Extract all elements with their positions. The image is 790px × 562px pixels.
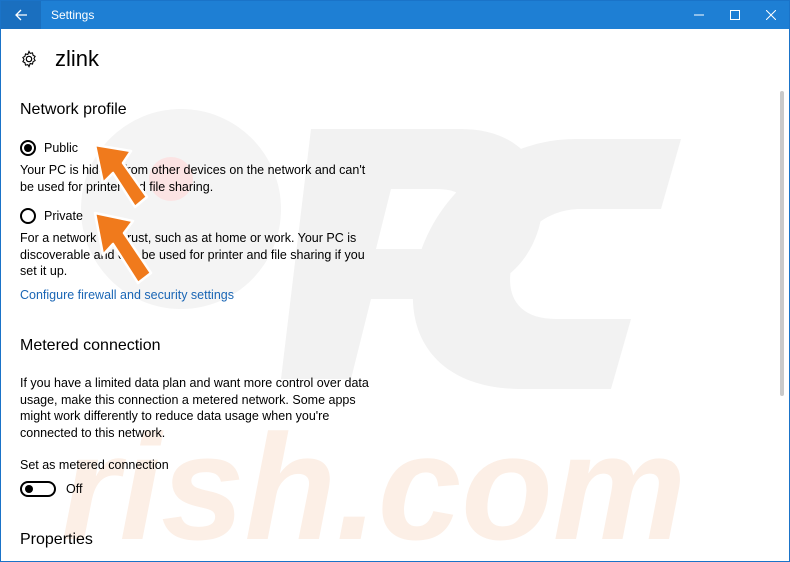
network-profile-heading: Network profile [20, 101, 127, 118]
back-button[interactable] [1, 1, 41, 29]
metered-toggle-state: Off [66, 482, 83, 496]
metered-toggle[interactable]: Off [20, 481, 82, 497]
minimize-icon [694, 14, 704, 16]
page-title: zlink [55, 46, 100, 71]
radio-private-indicator[interactable] [20, 208, 36, 224]
page-header: zlink [20, 46, 99, 72]
window-title: Settings [51, 8, 95, 22]
properties-heading: Properties [20, 531, 93, 548]
configure-firewall-link[interactable]: Configure firewall and security settings [20, 288, 234, 302]
title-bar: Settings [1, 1, 789, 29]
settings-window: Settings rish.com zlink Network profile … [0, 0, 790, 562]
vertical-scrollbar[interactable] [775, 29, 789, 561]
radio-public-indicator[interactable] [20, 140, 36, 156]
metered-connection-heading: Metered connection [20, 337, 161, 354]
scrollbar-thumb[interactable] [780, 91, 784, 396]
window-controls [681, 1, 789, 29]
settings-content: rish.com zlink Network profile Public Yo… [1, 29, 775, 561]
metered-toggle-switch[interactable] [20, 481, 56, 497]
maximize-icon [730, 10, 740, 20]
private-description: For a network you trust, such as at home… [20, 231, 365, 278]
metered-toggle-label: Set as metered connection [20, 458, 169, 472]
radio-public[interactable]: Public [20, 140, 78, 156]
minimize-button[interactable] [681, 1, 717, 29]
back-arrow-icon [15, 9, 27, 21]
radio-private-label: Private [44, 209, 83, 223]
maximize-button[interactable] [717, 1, 753, 29]
radio-private[interactable]: Private [20, 208, 83, 224]
metered-description: If you have a limited data plan and want… [20, 376, 369, 440]
public-description: Your PC is hidden from other devices on … [20, 163, 366, 194]
close-button[interactable] [753, 1, 789, 29]
gear-icon [22, 50, 36, 68]
close-icon [766, 10, 776, 20]
radio-public-label: Public [44, 141, 79, 155]
